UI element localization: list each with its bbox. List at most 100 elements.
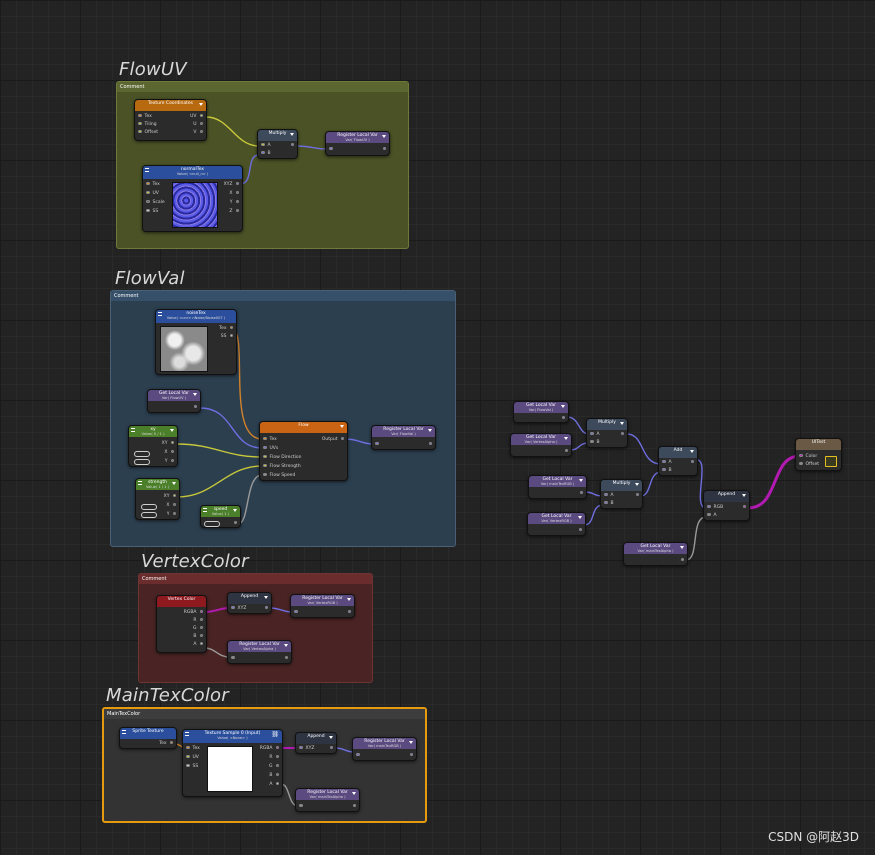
node-strength-param[interactable]: strength Value( 1 / 1 ) XY X Y xyxy=(135,478,180,520)
value-field-y[interactable] xyxy=(141,512,157,518)
chevron-down-icon[interactable] xyxy=(742,494,746,497)
port-a-out[interactable]: A xyxy=(269,781,279,788)
port-in[interactable] xyxy=(231,655,238,662)
menu-icon[interactable] xyxy=(203,508,207,512)
chevron-down-icon[interactable] xyxy=(561,405,565,408)
port-tex[interactable]: Tex xyxy=(263,436,277,443)
chevron-down-icon[interactable] xyxy=(680,546,684,549)
node-texture-sample[interactable]: Texture Sample 0 (Input) Value( <None> ) ⛓… xyxy=(182,729,283,797)
port-out[interactable] xyxy=(426,441,432,448)
port-xy-out[interactable]: XY xyxy=(164,493,176,500)
port-rgba-out[interactable]: RGBA xyxy=(260,745,279,752)
port-flow-speed[interactable]: Flow Speed xyxy=(263,472,295,479)
node-multiply-uv[interactable]: Multiply A B xyxy=(257,129,298,159)
chevron-down-icon[interactable] xyxy=(284,644,288,647)
port-a[interactable]: A xyxy=(261,142,271,149)
node-noisetex[interactable]: noiseTex Value( <unr> nNoise/Noise007 ) T… xyxy=(155,309,237,375)
port-in[interactable] xyxy=(299,803,306,810)
node-register-vertexrgb[interactable]: Register Local Var Var( VertexRGB ) xyxy=(290,594,355,618)
port-in[interactable] xyxy=(356,752,363,759)
node-normaltex[interactable]: normalTex Value( <null_n> ) Tex UV Scale … xyxy=(142,165,243,232)
port-uvs[interactable]: UVs xyxy=(263,445,278,452)
port-out[interactable] xyxy=(288,142,294,149)
node-speed-param[interactable]: speed Value( 1 ) xyxy=(200,505,241,528)
node-add[interactable]: Add A B xyxy=(658,446,698,476)
port-xy-out[interactable]: XY xyxy=(162,440,174,447)
node-get-maintexrgb[interactable]: Get Local Var Var( mainTexRGB ) xyxy=(528,475,587,499)
port-out[interactable] xyxy=(350,803,356,810)
node-get-flowval[interactable]: Get Local Var Var( FlowVal ) xyxy=(513,401,569,423)
menu-icon[interactable] xyxy=(131,428,135,432)
port-out[interactable] xyxy=(618,431,624,438)
chevron-down-icon[interactable] xyxy=(264,596,268,599)
port-x-out[interactable]: X xyxy=(229,190,239,197)
chevron-down-icon[interactable] xyxy=(340,425,344,428)
port-b[interactable]: B xyxy=(261,150,271,157)
port-tex[interactable]: Tex xyxy=(186,745,200,752)
chevron-down-icon[interactable] xyxy=(233,509,237,512)
port-uv[interactable]: UV xyxy=(146,190,159,197)
port-out[interactable] xyxy=(678,557,684,564)
port-scale[interactable]: Scale xyxy=(146,199,165,206)
port-z-out[interactable]: Z xyxy=(229,208,239,215)
port-a[interactable]: A xyxy=(604,492,614,499)
port-x-out[interactable]: X xyxy=(166,502,176,509)
port-tiling[interactable]: Tiling xyxy=(138,121,157,128)
port-b[interactable]: B xyxy=(662,467,672,474)
menu-icon[interactable] xyxy=(158,312,162,316)
port-tex[interactable]: Tex xyxy=(146,181,160,188)
chevron-down-icon[interactable] xyxy=(428,429,432,432)
node-uitest-output[interactable]: UITest Color Offset xyxy=(795,438,842,471)
node-get-vertexalpha[interactable]: Get Local Var Var( VertexAlpha ) xyxy=(510,433,572,457)
link-icon[interactable]: ⛓ xyxy=(271,732,279,738)
node-register-flowuv[interactable]: Register Local Var Var( FlowUV ) xyxy=(325,131,390,156)
chevron-down-icon[interactable] xyxy=(635,483,639,486)
value-field[interactable] xyxy=(204,521,220,527)
port-a[interactable]: A xyxy=(590,431,600,438)
menu-icon[interactable] xyxy=(138,481,142,485)
port-tex-out[interactable]: Tex xyxy=(159,740,173,747)
node-get-maintexalpha[interactable]: Get Local Var Var( mainTexAlpha ) xyxy=(623,542,688,566)
node-register-vertexalpha[interactable]: Register Local Var Var( VertexAlpha ) xyxy=(227,640,292,664)
value-field-x[interactable] xyxy=(134,451,150,457)
port-xyz[interactable]: XYZ xyxy=(299,745,314,752)
node-register-flowval[interactable]: Register Local Var Var( FlowVal ) xyxy=(371,425,436,450)
port-a-out[interactable]: A xyxy=(193,641,203,648)
port-v-out[interactable]: V xyxy=(193,129,203,136)
port-out[interactable] xyxy=(576,527,582,534)
value-field-y[interactable] xyxy=(134,459,150,465)
port-rgba-out[interactable]: RGBA xyxy=(184,609,203,616)
port-g-out[interactable]: G xyxy=(269,763,279,770)
node-get-flowuv[interactable]: Get Local Var Var( FlowUV ) xyxy=(147,389,201,413)
port-g-out[interactable]: G xyxy=(193,625,203,632)
port-xyz[interactable]: XYZ xyxy=(231,605,246,612)
value-field-x[interactable] xyxy=(141,504,157,510)
chevron-down-icon[interactable] xyxy=(578,516,582,519)
port-output[interactable]: Output xyxy=(322,436,344,443)
port-uv-out[interactable]: UV xyxy=(190,113,203,120)
port-out[interactable] xyxy=(559,415,565,422)
port-b-out[interactable]: B xyxy=(193,633,203,640)
node-register-maintexrgb[interactable]: Register Local Var Var( mainTexRGB ) xyxy=(352,737,417,761)
node-append-final[interactable]: Append RGB A xyxy=(703,490,750,521)
port-out[interactable] xyxy=(407,752,413,759)
chevron-down-icon[interactable] xyxy=(352,792,356,795)
node-multiply-b[interactable]: Multiply A B xyxy=(600,479,643,509)
chevron-down-icon[interactable] xyxy=(290,133,294,136)
node-append-main[interactable]: Append XYZ xyxy=(295,732,337,754)
port-b[interactable]: B xyxy=(590,439,600,446)
port-xyz-out[interactable]: XYZ xyxy=(224,181,239,188)
port-tex[interactable]: Tex xyxy=(138,113,152,120)
node-register-maintexalpha[interactable]: Register Local Var Var( mainTexAlpha ) xyxy=(295,788,360,812)
port-in[interactable] xyxy=(329,146,336,153)
port-ss[interactable]: SS xyxy=(186,763,198,770)
port-ss[interactable]: SS xyxy=(146,208,158,215)
chevron-down-icon[interactable] xyxy=(409,741,413,744)
chevron-down-icon[interactable] xyxy=(579,479,583,482)
port-out[interactable] xyxy=(282,655,288,662)
node-vertex-color[interactable]: Vertex Color RGBA R G B A xyxy=(156,595,207,653)
port-flow-strength[interactable]: Flow Strength xyxy=(263,463,301,470)
port-uv[interactable]: UV xyxy=(186,754,199,761)
port-out[interactable] xyxy=(345,609,351,616)
chevron-down-icon[interactable] xyxy=(690,450,694,453)
